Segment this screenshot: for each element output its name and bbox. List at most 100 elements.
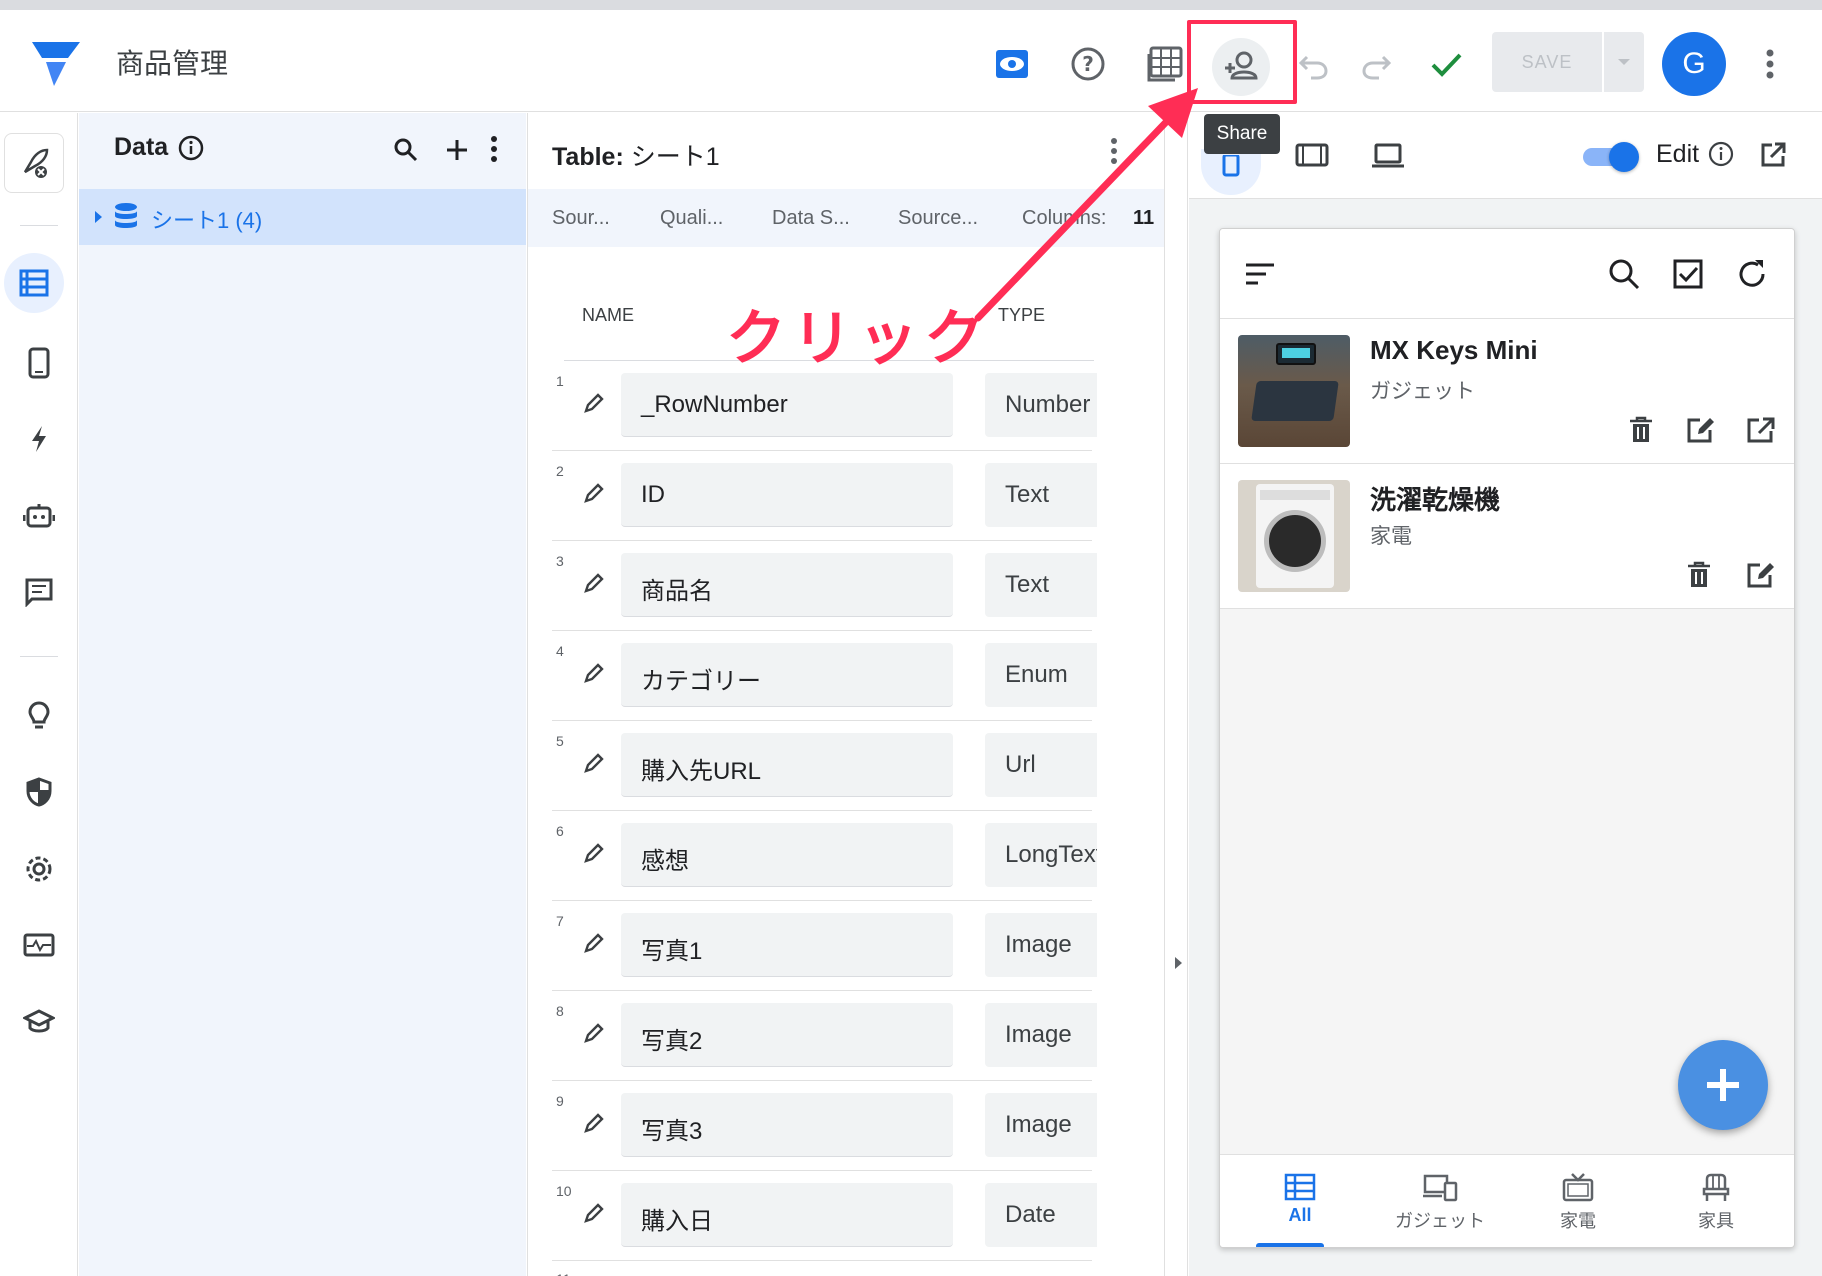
- bottom-nav-all[interactable]: All: [1230, 1165, 1370, 1226]
- table-row[interactable]: 4 カテゴリー Enum: [528, 631, 1164, 721]
- table-row[interactable]: 10 購入日 Date: [528, 1171, 1164, 1261]
- save-button[interactable]: SAVE: [1492, 32, 1602, 92]
- add-fab-button[interactable]: [1678, 1040, 1768, 1130]
- table-row[interactable]: 6 感想 LongText: [528, 811, 1164, 901]
- column-type-field[interactable]: Date: [985, 1183, 1097, 1247]
- tree-item-label: シート1 (4): [151, 208, 263, 233]
- table-title: Table: シート1: [552, 137, 720, 173]
- search-icon[interactable]: [393, 137, 419, 163]
- pencil-edit-icon[interactable]: [582, 571, 606, 595]
- nav-security-shield-icon[interactable]: [16, 769, 62, 815]
- checkmark-icon[interactable]: [1424, 42, 1468, 86]
- search-icon[interactable]: [1607, 257, 1641, 291]
- table-row[interactable]: 8 写真2 Image: [528, 991, 1164, 1081]
- undo-icon[interactable]: [1292, 42, 1336, 86]
- annotation-label: クリック: [726, 305, 990, 372]
- edit-icon[interactable]: [1746, 561, 1776, 589]
- pencil-edit-icon[interactable]: [582, 1111, 606, 1135]
- pencil-edit-icon[interactable]: [582, 931, 606, 955]
- column-name-field[interactable]: 写真1: [621, 913, 953, 977]
- select-checkbox-icon[interactable]: [1671, 257, 1705, 291]
- column-name-field[interactable]: 購入日: [621, 1183, 953, 1247]
- table-row[interactable]: 7 写真1 Image: [528, 901, 1164, 991]
- nav-phone-icon[interactable]: [16, 340, 62, 386]
- device-tablet-icon[interactable]: [1295, 141, 1329, 169]
- column-type-field[interactable]: Enum: [985, 643, 1097, 707]
- column-name-field[interactable]: 商品名: [621, 553, 953, 617]
- tab-quality[interactable]: Quali...: [660, 207, 723, 230]
- row-number: 9: [556, 1093, 564, 1109]
- column-name-field[interactable]: カテゴリー: [621, 643, 953, 707]
- pencil-edit-icon[interactable]: [582, 661, 606, 685]
- add-icon[interactable]: [444, 137, 470, 163]
- nav-settings-gear-icon[interactable]: [16, 846, 62, 892]
- nav-automation-bolt-icon[interactable]: [16, 416, 62, 462]
- table-row[interactable]: 11: [528, 1261, 1164, 1276]
- delete-trash-icon[interactable]: [1686, 561, 1712, 589]
- tab-source[interactable]: Sour...: [552, 207, 610, 230]
- more-vert-icon[interactable]: [1748, 42, 1792, 86]
- preview-panel: Edit MX Keys Mini ガジェット 洗濯乾燥機 家電 All ガジェ…: [1189, 113, 1822, 1276]
- column-name-field[interactable]: ID: [621, 463, 953, 527]
- chevron-right-icon[interactable]: [1173, 955, 1183, 971]
- bottom-nav-furniture[interactable]: 家具: [1646, 1165, 1786, 1233]
- pencil-edit-icon[interactable]: [582, 481, 606, 505]
- nav-bot-icon[interactable]: [16, 493, 62, 539]
- table-row[interactable]: 2 ID Text: [528, 451, 1164, 541]
- edit-toggle[interactable]: [1581, 141, 1641, 172]
- rocket-icon[interactable]: [4, 133, 64, 193]
- tab-data-source[interactable]: Data S...: [772, 207, 850, 230]
- tree-item-sheet1[interactable]: シート1 (4): [79, 189, 526, 245]
- row-number: 5: [556, 733, 564, 749]
- info-icon[interactable]: [1708, 141, 1734, 167]
- more-vert-icon[interactable]: [490, 135, 498, 163]
- delete-trash-icon[interactable]: [1628, 416, 1654, 444]
- table-row[interactable]: 3 商品名 Text: [528, 541, 1164, 631]
- nav-data-icon[interactable]: [4, 253, 64, 313]
- bottom-nav-appliance[interactable]: 家電: [1508, 1165, 1648, 1233]
- bottom-nav-gadget[interactable]: ガジェット: [1370, 1165, 1510, 1233]
- column-type-field[interactable]: Text: [985, 553, 1097, 617]
- list-item[interactable]: 洗濯乾燥機 家電: [1220, 464, 1794, 609]
- edit-label: Edit: [1656, 140, 1700, 168]
- pencil-edit-icon[interactable]: [582, 751, 606, 775]
- nav-monitor-icon[interactable]: [16, 923, 62, 969]
- edit-icon[interactable]: [1686, 416, 1716, 444]
- pencil-edit-icon[interactable]: [582, 391, 606, 415]
- chevron-right-icon[interactable]: [93, 209, 103, 225]
- info-icon[interactable]: [178, 135, 204, 161]
- open-external-icon[interactable]: [1759, 141, 1787, 169]
- column-name-field[interactable]: _RowNumber: [621, 373, 953, 437]
- pencil-edit-icon[interactable]: [582, 1021, 606, 1045]
- column-type-field[interactable]: Number: [985, 373, 1097, 437]
- device-laptop-icon[interactable]: [1371, 141, 1405, 169]
- add-icon: [1707, 1069, 1739, 1101]
- column-name-field[interactable]: 写真2: [621, 1003, 953, 1067]
- column-name-field[interactable]: 感想: [621, 823, 953, 887]
- pencil-edit-icon[interactable]: [582, 1201, 606, 1225]
- refresh-icon[interactable]: [1735, 257, 1769, 291]
- database-icon: [115, 203, 137, 228]
- column-name-field[interactable]: 購入先URL: [621, 733, 953, 797]
- save-dropdown-button[interactable]: [1604, 32, 1644, 92]
- redo-icon[interactable]: [1354, 42, 1398, 86]
- item-photo-washer: [1238, 480, 1350, 592]
- table-row[interactable]: 5 購入先URL Url: [528, 721, 1164, 811]
- column-type-field[interactable]: Url: [985, 733, 1097, 797]
- column-name-field[interactable]: 写真3: [621, 1093, 953, 1157]
- column-type-field[interactable]: Image: [985, 1003, 1097, 1067]
- column-type-field[interactable]: Image: [985, 1093, 1097, 1157]
- sort-menu-icon[interactable]: [1244, 261, 1276, 287]
- nav-lightbulb-icon[interactable]: [16, 693, 62, 739]
- user-avatar[interactable]: G: [1662, 32, 1726, 96]
- nav-learn-cap-icon[interactable]: [16, 999, 62, 1045]
- open-external-icon[interactable]: [1746, 416, 1776, 444]
- table-row[interactable]: 9 写真3 Image: [528, 1081, 1164, 1171]
- column-type-field[interactable]: Image: [985, 913, 1097, 977]
- data-panel-title: Data: [114, 133, 169, 161]
- pencil-edit-icon[interactable]: [582, 841, 606, 865]
- list-item[interactable]: MX Keys Mini ガジェット: [1220, 319, 1794, 464]
- column-type-field[interactable]: Text: [985, 463, 1097, 527]
- column-type-field[interactable]: LongText: [985, 823, 1097, 887]
- nav-chat-icon[interactable]: [16, 569, 62, 615]
